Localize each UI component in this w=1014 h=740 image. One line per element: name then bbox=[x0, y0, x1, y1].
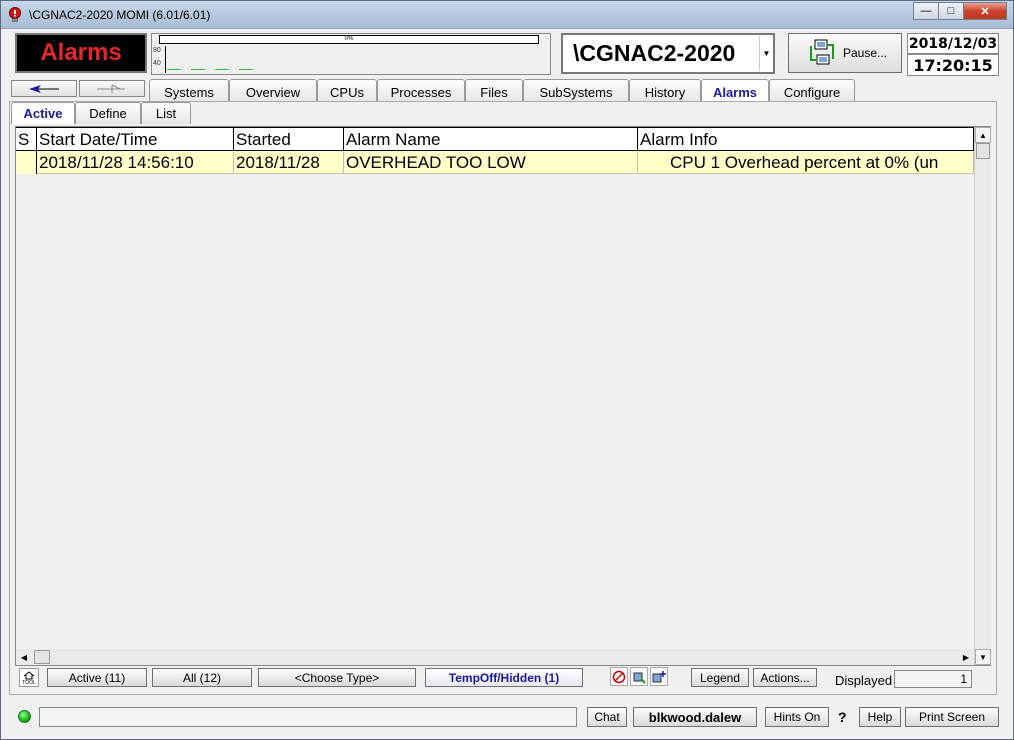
tab-configure[interactable]: Configure bbox=[769, 79, 855, 101]
system-selector[interactable]: \CGNAC2-2020 ▼ bbox=[561, 33, 775, 74]
minimize-button[interactable]: — bbox=[913, 2, 939, 20]
tool-icon[interactable]: TOOL bbox=[19, 668, 39, 687]
horizontal-scrollbar[interactable]: ◀ ▶ bbox=[16, 649, 974, 665]
table-row[interactable]: 2018/11/28 14:56:10 2018/11/28 OVERHEAD … bbox=[16, 151, 974, 174]
pause-label: Pause... bbox=[843, 46, 888, 60]
main-tab-bar: Systems Overview CPUs Processes Files Su… bbox=[9, 79, 999, 102]
alarm-tool-icon[interactable] bbox=[630, 667, 648, 686]
scroll-up-icon[interactable]: ▲ bbox=[975, 127, 991, 143]
back-button[interactable] bbox=[11, 80, 77, 97]
hints-toggle-button[interactable]: Hints On bbox=[765, 707, 829, 727]
filter-active-button[interactable]: Active (11) bbox=[47, 668, 147, 687]
system-selector-value: \CGNAC2-2020 bbox=[573, 40, 736, 66]
tempoff-hidden-button[interactable]: TempOff/Hidden (1) bbox=[425, 668, 583, 687]
scroll-left-icon[interactable]: ◀ bbox=[16, 649, 32, 665]
current-date: 2018/12/03 bbox=[907, 33, 999, 54]
column-header-alarm-name[interactable]: Alarm Name bbox=[344, 127, 638, 151]
displayed-label: Displayed bbox=[835, 673, 893, 688]
table-header: S Start Date/Time Started Alarm Name Ala… bbox=[16, 127, 974, 151]
percent-label: 0% bbox=[344, 36, 354, 42]
alarm-off-icon[interactable] bbox=[610, 667, 628, 686]
chat-button[interactable]: Chat bbox=[587, 707, 627, 727]
status-led-icon bbox=[18, 710, 31, 723]
filter-all-button[interactable]: All (12) bbox=[152, 668, 252, 687]
maximize-icon: □ bbox=[947, 5, 955, 17]
current-time: 17:20:15 bbox=[907, 54, 999, 76]
graph-axis-label: 40 bbox=[153, 60, 161, 67]
status-message-field bbox=[39, 707, 577, 727]
vertical-scroll-thumb[interactable] bbox=[976, 143, 990, 159]
scroll-right-icon[interactable]: ▶ bbox=[958, 649, 974, 665]
tab-processes[interactable]: Processes bbox=[377, 79, 465, 101]
row-alarm-name-cell: OVERHEAD TOO LOW bbox=[344, 151, 638, 174]
tab-subsystems[interactable]: SubSystems bbox=[523, 79, 629, 101]
help-button[interactable]: Help bbox=[859, 707, 901, 727]
alarms-badge: Alarms bbox=[15, 33, 147, 73]
tab-alarms[interactable]: Alarms bbox=[701, 79, 769, 102]
tab-files[interactable]: Files bbox=[465, 79, 523, 101]
graph-axis-label: 80 bbox=[153, 47, 161, 54]
row-start-cell: 2018/11/28 14:56:10 bbox=[37, 151, 234, 174]
home-icon bbox=[23, 671, 35, 680]
row-status-cell bbox=[16, 151, 37, 174]
forward-arrow-icon bbox=[97, 84, 125, 93]
app-window: \CGNAC2-2020 MOMI (6.01/6.01) — □ ✕ Alar… bbox=[0, 0, 1014, 740]
percent-bar: 0% bbox=[159, 35, 539, 44]
maximize-button[interactable]: □ bbox=[938, 2, 964, 20]
graph-trace bbox=[239, 69, 253, 70]
row-started-cell: 2018/11/28 bbox=[234, 151, 344, 174]
subtab-active[interactable]: Active bbox=[11, 102, 75, 124]
tab-overview[interactable]: Overview bbox=[229, 79, 317, 101]
column-header-started[interactable]: Started bbox=[234, 127, 344, 151]
subtab-list[interactable]: List bbox=[141, 102, 191, 124]
tab-cpus[interactable]: CPUs bbox=[317, 79, 377, 101]
print-screen-button[interactable]: Print Screen bbox=[905, 707, 999, 727]
window-controls: — □ ✕ bbox=[913, 2, 1007, 21]
close-icon: ✕ bbox=[980, 5, 990, 18]
help-question-icon[interactable]: ? bbox=[838, 709, 847, 725]
graph-trace bbox=[191, 69, 205, 70]
alarm-table: S Start Date/Time Started Alarm Name Ala… bbox=[15, 126, 991, 666]
close-button[interactable]: ✕ bbox=[963, 2, 1007, 20]
computers-sync-icon bbox=[810, 39, 834, 65]
user-button[interactable]: blkwood.dalew bbox=[633, 707, 757, 727]
horizontal-scroll-thumb[interactable] bbox=[34, 650, 50, 664]
forward-button[interactable] bbox=[79, 80, 145, 97]
tab-history[interactable]: History bbox=[629, 79, 701, 101]
back-arrow-icon bbox=[29, 84, 59, 93]
graph-trace bbox=[215, 69, 229, 70]
legend-button[interactable]: Legend bbox=[691, 668, 749, 687]
graph-axis-line bbox=[165, 46, 166, 73]
title-bar[interactable]: \CGNAC2-2020 MOMI (6.01/6.01) — □ ✕ bbox=[1, 1, 1013, 29]
choose-type-button[interactable]: <Choose Type> bbox=[258, 668, 416, 687]
row-alarm-info-cell: CPU 1 Overhead percent at 0% (un bbox=[638, 151, 974, 174]
alarm-add-icon[interactable] bbox=[650, 667, 668, 686]
tab-systems[interactable]: Systems bbox=[149, 79, 229, 101]
scroll-down-icon[interactable]: ▼ bbox=[975, 649, 991, 665]
column-header-status[interactable]: S bbox=[16, 127, 37, 151]
tool-label: TOOL bbox=[22, 680, 36, 686]
alarm-bulb-icon bbox=[9, 7, 21, 22]
displayed-count: 1 bbox=[894, 670, 972, 688]
graph-trace bbox=[167, 69, 181, 70]
column-header-start-datetime[interactable]: Start Date/Time bbox=[37, 127, 234, 151]
minimize-icon: — bbox=[920, 5, 932, 17]
column-header-alarm-info[interactable]: Alarm Info bbox=[638, 127, 974, 151]
chevron-down-icon[interactable]: ▼ bbox=[759, 36, 773, 71]
window-title: \CGNAC2-2020 MOMI (6.01/6.01) bbox=[29, 8, 211, 22]
pause-button[interactable]: Pause... bbox=[788, 33, 902, 73]
vertical-scrollbar[interactable]: ▲ ▼ bbox=[974, 127, 991, 665]
subtab-define[interactable]: Define bbox=[75, 102, 141, 124]
actions-button[interactable]: Actions... bbox=[753, 668, 817, 687]
